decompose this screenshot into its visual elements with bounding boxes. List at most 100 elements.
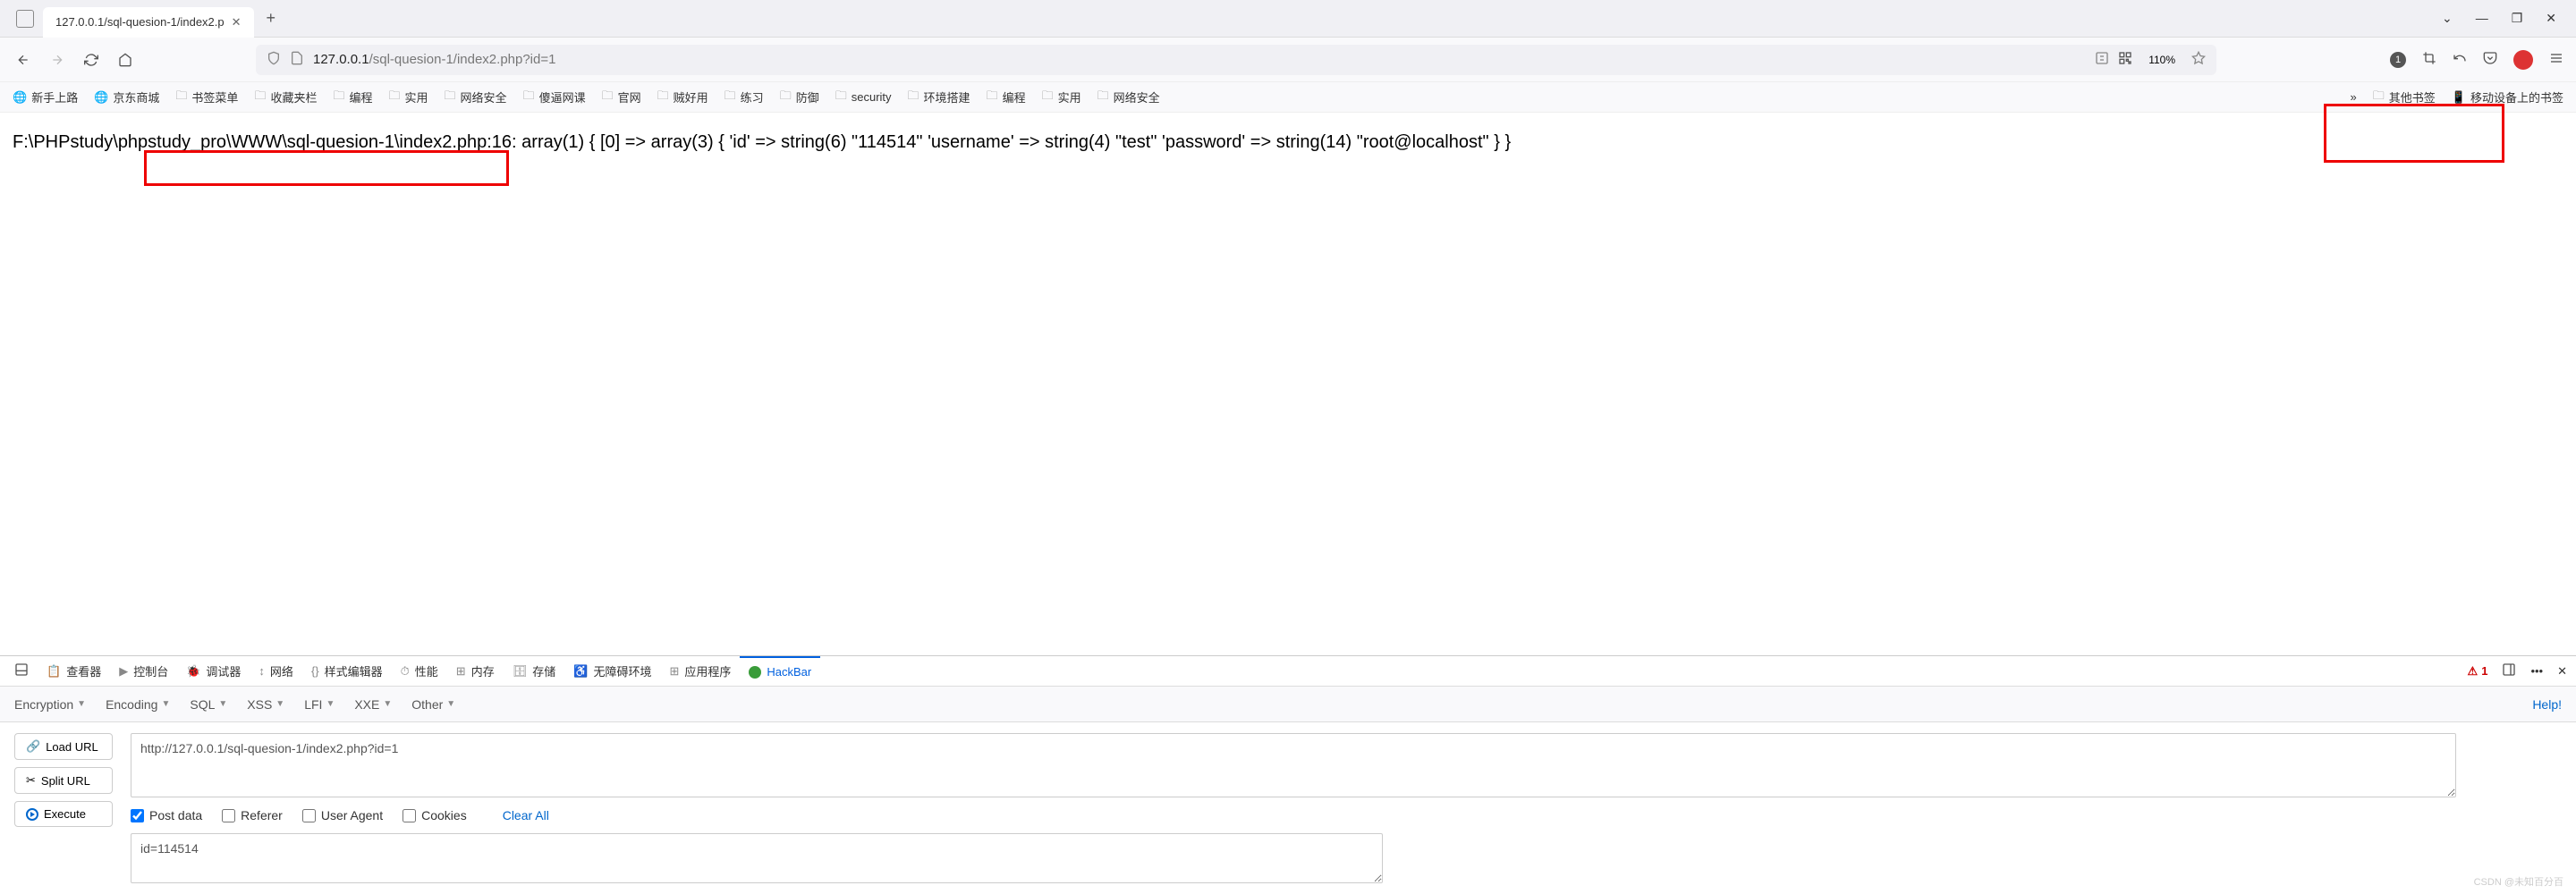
tab-icon: ⏱ — [401, 664, 410, 679]
browser-tab[interactable]: 127.0.0.1/sql-quesion-1/index2.p ✕ — [43, 7, 254, 38]
reader-icon[interactable] — [2095, 51, 2109, 68]
caret-down-icon: ▼ — [275, 699, 284, 709]
mobile-bookmarks[interactable]: 📱移动设备上的书签 — [2452, 89, 2563, 105]
menu-icon[interactable] — [2549, 51, 2563, 68]
cookies-checkbox[interactable]: Cookies — [402, 808, 467, 822]
bookmark-item[interactable]: 🗀编程 — [987, 88, 1026, 107]
page-icon[interactable] — [290, 51, 304, 68]
bookmark-item[interactable]: 🗀防御 — [780, 88, 819, 107]
forward-button[interactable] — [47, 49, 68, 71]
folder-icon: 🗀 — [835, 88, 847, 107]
clear-all-link[interactable]: Clear All — [503, 808, 549, 822]
shield-icon[interactable] — [267, 51, 281, 68]
bookmark-item[interactable]: 🗀网络安全 — [1097, 88, 1160, 107]
error-count[interactable]: 1 — [2468, 664, 2488, 679]
chevron-down-icon[interactable]: ⌄ — [2442, 11, 2453, 26]
referer-checkbox[interactable]: Referer — [222, 808, 283, 822]
back-button[interactable] — [13, 49, 34, 71]
tab-close-icon[interactable]: ✕ — [232, 15, 242, 30]
undo-icon[interactable] — [2453, 51, 2467, 68]
devtools-more-icon[interactable]: ••• — [2530, 664, 2543, 678]
load-icon: 🔗 — [26, 739, 40, 754]
other-bookmarks[interactable]: 🗀其他书签 — [2373, 88, 2436, 107]
tab-title: 127.0.0.1/sql-quesion-1/index2.p — [55, 15, 225, 29]
caret-down-icon: ▼ — [218, 699, 227, 709]
hackbar-menu[interactable]: LFI▼ — [304, 697, 335, 712]
close-window-button[interactable]: ✕ — [2546, 11, 2556, 26]
bookmark-star-icon[interactable] — [2191, 51, 2206, 68]
bookmark-item[interactable]: 🗀贼好用 — [657, 88, 708, 107]
devtools-dock-side-icon[interactable] — [2502, 662, 2516, 679]
bookmark-item[interactable]: 🗀练习 — [724, 88, 764, 107]
hackbar-url-input[interactable] — [131, 733, 2456, 797]
tab-icon: 🗄 — [513, 664, 528, 679]
overflow-chevron-icon[interactable]: » — [2351, 90, 2357, 104]
hackbar-menu[interactable]: Encryption▼ — [14, 697, 86, 712]
devtools-tab[interactable]: 📋查看器 — [38, 656, 110, 687]
devtools-tab[interactable]: ⊞应用程序 — [660, 656, 740, 687]
split-url-button[interactable]: ✂Split URL — [14, 767, 113, 794]
devtools-tab[interactable]: ▶控制台 — [110, 656, 177, 687]
tab-label: 调试器 — [206, 662, 241, 679]
bookmark-item[interactable]: 🗀环境搭建 — [908, 88, 970, 107]
devtools-tab[interactable]: ⏱性能 — [392, 656, 447, 687]
bookmark-item[interactable]: 🗀编程 — [333, 88, 372, 107]
devtools-close-icon[interactable]: ✕ — [2557, 664, 2567, 679]
url-text: 127.0.0.1/sql-quesion-1/index2.php?id=1 — [313, 52, 2086, 67]
hackbar-menu[interactable]: XSS▼ — [247, 697, 284, 712]
hackbar-help-link[interactable]: Help! — [2532, 697, 2562, 712]
navbar: 127.0.0.1/sql-quesion-1/index2.php?id=1 … — [0, 38, 2576, 82]
tab-label: 应用程序 — [684, 662, 731, 679]
load-url-button[interactable]: 🔗Load URL — [14, 733, 113, 760]
menu-label: Encoding — [106, 697, 157, 712]
bookmark-item[interactable]: 🗀实用 — [389, 88, 428, 107]
hackbar-menu[interactable]: Encoding▼ — [106, 697, 170, 712]
devtools-tab[interactable]: ↕网络 — [250, 656, 302, 687]
devtools-tab[interactable]: {}样式编辑器 — [302, 656, 392, 687]
devtools-tab[interactable]: ⊞内存 — [447, 656, 504, 687]
notification-badge[interactable]: 1 — [2390, 52, 2406, 68]
user-agent-checkbox[interactable]: User Agent — [302, 808, 383, 822]
tab-label: 无障碍环境 — [593, 662, 651, 679]
tab-label: 查看器 — [66, 662, 101, 679]
bookmark-item[interactable]: 🗀实用 — [1042, 88, 1081, 107]
bookmark-item[interactable]: 🗀傻逼网课 — [523, 88, 586, 107]
crop-icon[interactable] — [2422, 51, 2436, 68]
bookmark-item[interactable]: 🗀security — [835, 88, 892, 107]
devtools-tab[interactable]: HackBar — [740, 656, 820, 687]
hackbar-post-input[interactable] — [131, 833, 1383, 883]
devtools-dock-icon[interactable] — [9, 662, 34, 679]
zoom-level[interactable]: 110% — [2141, 52, 2182, 68]
qr-icon[interactable] — [2118, 51, 2132, 68]
extension-icon[interactable] — [2513, 50, 2533, 70]
url-bar[interactable]: 127.0.0.1/sql-quesion-1/index2.php?id=1 … — [256, 45, 2216, 75]
bookmark-item[interactable]: 🌐新手上路 — [13, 89, 78, 105]
bookmark-item[interactable]: 🗀官网 — [602, 88, 641, 107]
menu-label: LFI — [304, 697, 322, 712]
devtools-tab[interactable]: ♿无障碍环境 — [564, 656, 660, 687]
reload-button[interactable] — [80, 49, 102, 71]
devtools-right: 1 ••• ✕ — [2468, 662, 2567, 679]
hackbar-menu[interactable]: SQL▼ — [190, 697, 227, 712]
menu-label: XSS — [247, 697, 272, 712]
hackbar-menu[interactable]: Other▼ — [411, 697, 455, 712]
devtools-tab[interactable]: 🐞调试器 — [177, 656, 250, 687]
maximize-button[interactable]: ❐ — [2512, 11, 2523, 26]
bookmark-item[interactable]: 🗀书签菜单 — [175, 88, 238, 107]
minimize-button[interactable]: — — [2476, 11, 2488, 26]
bookmark-label: 京东商城 — [113, 89, 159, 105]
hackbar-menu[interactable]: XXE▼ — [354, 697, 392, 712]
devtools-tab[interactable]: 🗄存储 — [504, 656, 565, 687]
new-tab-button[interactable]: + — [254, 9, 289, 28]
bookmark-item[interactable]: 🌐京东商城 — [94, 89, 159, 105]
pocket-icon[interactable] — [2483, 51, 2497, 68]
caret-down-icon: ▼ — [446, 699, 455, 709]
home-button[interactable] — [114, 49, 136, 71]
window-panel-icon[interactable] — [16, 10, 34, 28]
bookmark-label: 网络安全 — [1114, 89, 1160, 105]
bookmark-item[interactable]: 🗀收藏夹栏 — [254, 88, 317, 107]
post-data-checkbox[interactable]: Post data — [131, 808, 202, 822]
bookmark-item[interactable]: 🗀网络安全 — [445, 88, 507, 107]
execute-button[interactable]: Execute — [14, 801, 113, 827]
bookmark-label: 新手上路 — [31, 89, 78, 105]
